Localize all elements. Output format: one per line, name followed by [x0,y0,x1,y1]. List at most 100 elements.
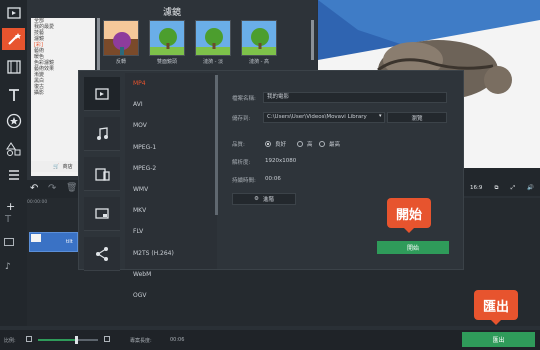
zoom-label: 比例: [4,338,16,344]
export-dialog: MP4 AVI MOV MPEG-1 MPEG-2 WMV MKV FLV M2TS (H.26… [78,70,464,299]
format-item[interactable]: WebM [125,264,217,285]
duration-value: 00:06 [265,176,281,182]
format-item[interactable]: M2TS (H.264) [125,243,217,264]
screen-icon [95,207,109,219]
filters-title: 濾鏡 [162,8,181,18]
aspect-ratio-label[interactable]: 16:9 [470,185,482,191]
resolution-value: 1920x1080 [265,158,297,164]
video-clip[interactable]: tilt [29,232,78,252]
filter-thumb-label: 雙面鏡頭 [156,59,177,65]
title-track-icon: T [5,214,12,225]
export-callout: 匯出 [474,290,518,325]
import-media-tool[interactable] [2,2,25,24]
quality-option-label: 高 [307,142,313,148]
export-button[interactable]: 匯出 [462,332,535,347]
filter-thumb-ripple-light[interactable] [195,20,231,56]
format-list[interactable]: MP4 AVI MOV MPEG-1 MPEG-2 WMV MKV FLV M2TS (H.26… [125,73,217,299]
thumbs-scrollbar[interactable] [311,20,314,60]
tab-audio[interactable] [84,117,120,151]
advanced-label: 進階 [262,197,274,203]
redo-icon[interactable]: ↷ [48,183,56,194]
filter-thumb-invert[interactable] [103,20,139,56]
left-toolbar [0,0,27,196]
share-icon [96,246,108,261]
format-item[interactable]: MOV [125,115,217,136]
format-item[interactable]: MKV [125,200,217,221]
tree-image [196,21,230,55]
titles-tool[interactable] [2,84,25,106]
devices-icon [95,167,110,181]
zoom-in-icon[interactable] [104,336,110,342]
store-label: 商店 [62,164,73,170]
video-icon [95,87,109,100]
save-to-label: 儲存到: [232,116,251,122]
browse-button[interactable]: 瀏覽 [387,112,447,123]
filter-thumb-label: 漣漪 - 高 [249,59,269,65]
status-bar: 比例: 專案長度: 00:06 [0,330,540,350]
duration-label: 持續時間: [232,178,256,184]
quality-radio-high[interactable] [297,141,303,147]
detach-icon[interactable]: ⧉ [495,185,499,192]
start-callout: 開始 [387,198,431,233]
volume-icon[interactable]: 🔊 [527,185,534,191]
filter-thumb-double[interactable] [149,20,185,56]
inverted-tree-image [104,21,138,55]
filter-thumb-ripple-high[interactable] [241,20,277,56]
clip-thumbnail [31,234,41,242]
tree-image [150,21,184,55]
category-scrollbar[interactable] [97,18,100,78]
file-name-input[interactable]: 我的電影 [263,92,447,103]
fullscreen-icon[interactable]: ⤢ [511,185,515,192]
format-scrollbar[interactable] [215,75,218,215]
music-icon [97,126,108,140]
zoom-slider-handle[interactable] [75,336,79,344]
filter-thumb-label: 漣漪 - 淡 [203,59,223,65]
filter-thumb-label: 反轉 [115,59,126,65]
video-track-icon [4,238,14,246]
advanced-button[interactable]: ⚙ 進階 [232,193,296,205]
callouts-tool[interactable] [2,138,25,160]
gear-icon: ⚙ [254,196,259,202]
format-item[interactable]: AVI [125,94,217,115]
stickers-tool[interactable] [2,110,25,132]
zoom-slider[interactable] [38,336,98,344]
resolution-label: 解析度: [232,160,251,166]
save-to-select[interactable]: C:\Users\User\Videos\Movavi Library [263,112,385,123]
filters-tool[interactable] [2,28,25,50]
dropdown-arrow-icon: ▾ [379,113,382,119]
zoom-slider-fill [38,339,76,341]
tab-screen[interactable] [84,197,120,231]
quality-option-label: 良好 [275,142,287,148]
shapes-icon [5,142,20,156]
quality-radio-highest[interactable] [319,141,325,147]
format-item[interactable]: WMV [125,179,217,200]
file-name-label: 檔案名稱: [232,96,256,102]
star-badge-icon [6,113,21,129]
preview-toolbar: 16:9 ⧉ ⤢ 🔊 [464,180,540,196]
trash-icon[interactable]: 🗑 [66,183,77,193]
format-item[interactable]: MPEG-2 [125,158,217,179]
track-headers: + T ♪ [0,198,27,326]
format-item[interactable]: FLV [125,221,217,242]
music-track-icon: ♪ [5,262,11,272]
timeline-ruler[interactable]: 00:00:00 [27,200,78,208]
add-track-icon[interactable]: + [6,200,15,213]
transitions-tool[interactable] [2,56,25,78]
ruler-time: 00:00:00 [27,200,48,205]
format-item[interactable]: MP4 [125,73,217,94]
tree-image [242,21,276,55]
tab-video[interactable] [84,77,120,111]
clip-label: tilt [66,239,73,245]
film-strip-icon [6,60,21,74]
format-item[interactable]: OGV [125,285,217,306]
zoom-out-icon[interactable] [26,336,32,342]
format-item[interactable]: MPEG-1 [125,137,217,158]
start-button[interactable]: 開始 [377,241,449,254]
tab-share[interactable] [84,237,120,271]
undo-icon[interactable]: ↶ [30,183,38,194]
timeline-toolbar: ↶ ↷ 🗑 [0,180,78,198]
text-t-icon [8,89,19,101]
tab-devices[interactable] [84,157,120,191]
quality-radio-good[interactable] [265,141,271,147]
cart-icon: 🛒 [53,163,60,170]
